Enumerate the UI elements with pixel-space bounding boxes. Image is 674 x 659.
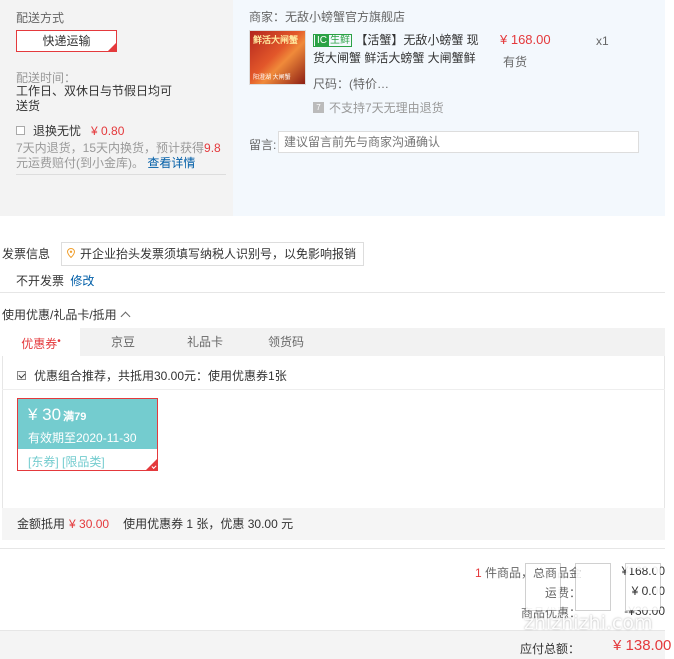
fresh-tag-mark: IC [315, 35, 329, 46]
tab-coupons[interactable]: 优惠券• [2, 328, 80, 356]
shipping-method-value: 快递运输 [42, 34, 91, 48]
no-return-text: 不支持7天无理由退货 [329, 101, 444, 115]
product-image-caption: 阳澄湖 大闸蟹 [253, 75, 291, 81]
coupon-combo-checkbox[interactable] [17, 371, 26, 380]
product-size: 尺码：(特价… [313, 77, 389, 91]
tab-jingdou-label: 京豆 [110, 335, 135, 349]
invoice-title: 发票信息 [2, 247, 51, 261]
divider [2, 389, 665, 390]
shipping-fee-row: 运费： ¥ 0.00 [365, 584, 665, 601]
product-image[interactable]: 鲜活大闸蟹 阳澄湖 大闸蟹 [249, 30, 306, 85]
return-note-text: 7天内退货，15天内换货，预计获得 [16, 141, 205, 155]
discount-value: -¥30.00 [624, 604, 665, 618]
product-price: ¥ 168.00 [500, 32, 551, 47]
shipping-fee-value: ¥ 0.00 [631, 584, 665, 598]
no-return-icon: 7 [313, 102, 324, 113]
tab-gift-card-label: 礼品卡 [186, 335, 223, 349]
coupon-summary-text: 使用优惠券 1 张，优惠 30.00 元 [123, 517, 294, 531]
coupon-summary: 金额抵用 ¥ 30.00 使用优惠券 1 张，优惠 30.00 元 [2, 508, 665, 540]
return-insurance-price: ¥ 0.80 [91, 123, 125, 138]
coupon-section-toggle[interactable]: 使用优惠/礼品卡/抵用 [2, 306, 131, 323]
divider [0, 292, 665, 293]
total-items-value: ¥168.00 [621, 564, 665, 578]
invoice-value-text: 不开发票 [16, 274, 65, 288]
fresh-tag-text: 生鲜 [330, 35, 350, 46]
return-insurance-checkbox[interactable] [16, 126, 25, 135]
coupon-combo-text: 优惠组合推荐，共抵用30.00元：使用优惠券1张 [34, 369, 287, 383]
return-insurance-note: 7天内退货，15天内换货，预计获得9.8 元运费赔付(到小金库)。 查看详情 [16, 141, 226, 171]
total-items-row: 1 件商品，总商品金 ¥168.00 [365, 564, 665, 581]
tab-redeem-code-label: 领货码 [267, 335, 304, 349]
coupon-tags: [东券] [限品类] [28, 455, 105, 469]
coupon-threshold: 满79 [63, 411, 87, 423]
tab-coupons-marker: • [57, 336, 61, 347]
coupon-card[interactable]: ¥ 30 满79 有效期至2020-11-30 [东券] [限品类] [17, 398, 158, 471]
location-pin-icon [67, 248, 75, 258]
shipping-method-button[interactable]: 快递运输 [16, 30, 117, 52]
invoice-tip: 开企业抬头发票须填写纳税人识别号，以免影响报销 [61, 242, 365, 266]
shipping-fee-label: 运费： [544, 586, 581, 600]
no-return-notice: 7 不支持7天无理由退货 [313, 99, 444, 116]
coupon-combo-row: 优惠组合推荐，共抵用30.00元：使用优惠券1张 [17, 367, 287, 384]
tab-coupons-label: 优惠券 [21, 337, 58, 351]
coupon-summary-amount: ¥ 30.00 [69, 517, 110, 531]
coupon-expiry: 有效期至2020-11-30 [28, 431, 137, 445]
product-quantity: x1 [596, 34, 609, 48]
product-stock: 有货 [503, 55, 528, 69]
product-name[interactable]: IC 生鲜 【活蟹】无敌小螃蟹 现货大闸蟹 鲜活大螃蟹 大闸蟹鲜 [313, 31, 483, 67]
total-items-text: 件商品，总商品金 [484, 566, 581, 580]
tab-gift-card[interactable]: 礼品卡 [166, 328, 244, 356]
return-note-points: 9.8 [204, 141, 221, 155]
total-items-label: 1 件商品，总商品金 [475, 564, 581, 581]
coupon-amount-row: ¥ 30 满79 [28, 405, 157, 427]
message-label: 留言: [249, 138, 277, 152]
amount-due-label: 应付总额： [520, 642, 581, 656]
total-items-count: 1 [474, 566, 482, 580]
divider [16, 174, 226, 175]
selected-corner-icon [108, 43, 116, 51]
amount-due-value: ¥ 138.00 [613, 637, 672, 654]
fresh-tag-icon: IC 生鲜 [313, 34, 352, 47]
invoice-value: 不开发票 修改 [16, 272, 94, 289]
shipping-time-value: 工作日、双休日与节假日均可送货 [16, 84, 173, 113]
return-insurance-row: 退换无忧 ¥ 0.80 [16, 122, 124, 139]
product-image-label: 鲜活大闸蟹 [253, 35, 299, 45]
tab-redeem-code[interactable]: 领货码 [244, 328, 328, 356]
coupon-section-title: 使用优惠/礼品卡/抵用 [2, 308, 117, 322]
invoice-tip-text: 开企业抬头发票须填写纳税人识别号，以免影响报销 [80, 247, 357, 261]
shop-name: 商家：无敌小螃蟹官方旗舰店 [249, 10, 406, 24]
coupon-card-header: ¥ 30 满79 有效期至2020-11-30 [18, 399, 157, 449]
return-note-text-2: 元运费赔付(到小金库)。 [16, 156, 144, 170]
coupon-amount: ¥ 30 [28, 405, 62, 424]
return-detail-link[interactable]: 查看详情 [147, 156, 195, 170]
shipping-method-label: 配送方式 [16, 11, 65, 25]
discount-label: 商品优惠： [520, 606, 581, 620]
chevron-up-icon [120, 311, 131, 322]
return-insurance-label: 退换无忧 [33, 124, 82, 138]
discount-row: 商品优惠： -¥30.00 [365, 604, 665, 621]
coupon-summary-label: 金额抵用 [17, 517, 66, 531]
tab-jingdou[interactable]: 京豆 [80, 328, 166, 356]
message-input[interactable] [278, 131, 639, 153]
divider [0, 548, 665, 549]
coupon-tabs: 优惠券• 京豆 礼品卡 领货码 [2, 328, 665, 356]
invoice-edit-link[interactable]: 修改 [70, 274, 94, 288]
